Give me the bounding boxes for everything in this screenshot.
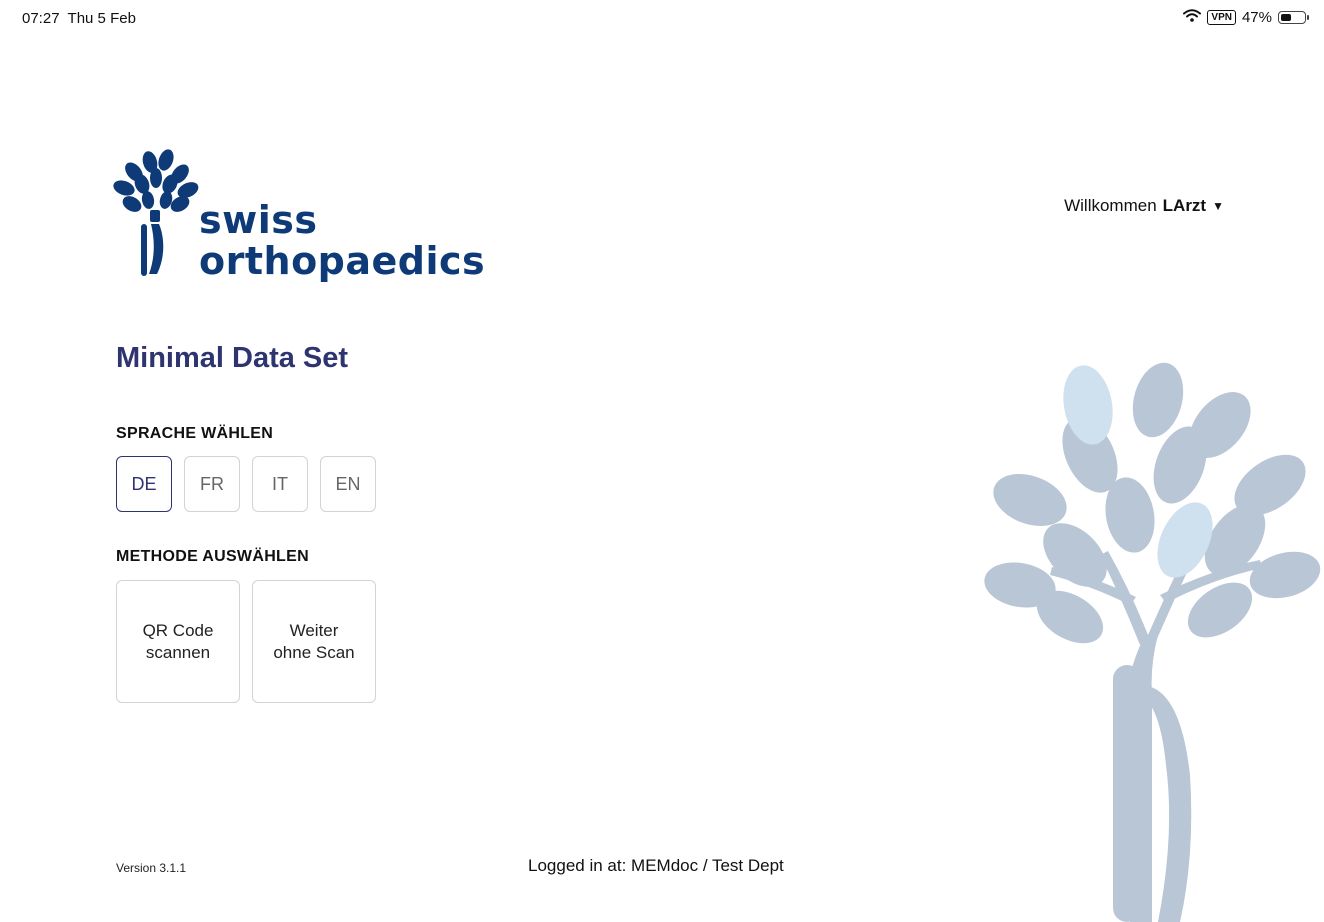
- logged-in-info: Logged in at: MEMdoc / Test Dept: [528, 856, 784, 875]
- scan-qr-code-button[interactable]: QR Code scannen: [116, 580, 240, 703]
- welcome-username: LArzt: [1162, 196, 1207, 215]
- language-selector: DE FR IT EN: [116, 456, 376, 512]
- language-button-fr[interactable]: FR: [184, 456, 240, 512]
- tree-logo-icon: [113, 149, 199, 276]
- battery-percent: 47%: [1241, 9, 1272, 26]
- user-menu-toggle[interactable]: Willkommen LArzt ▼: [1064, 196, 1224, 216]
- language-button-en[interactable]: EN: [320, 456, 376, 512]
- language-button-de[interactable]: DE: [116, 456, 172, 512]
- language-button-it[interactable]: IT: [252, 456, 308, 512]
- scan-qr-code-label-line1: QR Code: [142, 620, 214, 640]
- version-label: Version 3.1.1: [116, 861, 187, 875]
- status-bar: 07:27 Thu 5 Feb VPN 47%: [0, 0, 1324, 36]
- method-section-label: METHODE AUSWÄHLEN: [116, 548, 309, 565]
- continue-without-scan-label-line2: ohne Scan: [273, 642, 355, 662]
- logo-text-orthopaedics: orthopaedics: [199, 239, 486, 283]
- battery-icon: [1278, 11, 1309, 24]
- swiss-orthopaedics-logo: swiss orthopaedics: [112, 148, 492, 288]
- welcome-text: Willkommen: [1064, 196, 1157, 215]
- wifi-icon: [1183, 9, 1202, 26]
- language-section-label: SPRACHE WÄHLEN: [116, 425, 274, 442]
- page-title: Minimal Data Set: [116, 342, 349, 374]
- status-indicators: VPN 47%: [1183, 9, 1309, 26]
- continue-without-scan-label-line1: Weiter: [289, 620, 339, 640]
- continue-without-scan-button[interactable]: Weiter ohne Scan: [252, 580, 376, 703]
- caret-down-icon: ▼: [1212, 199, 1224, 213]
- status-clock: 07:27 Thu 5 Feb: [22, 10, 136, 27]
- battery-fill: [1280, 13, 1291, 21]
- status-time: 07:27: [22, 10, 60, 27]
- logo-text-swiss: swiss: [199, 198, 318, 242]
- method-selector: QR Code scannen Weiter ohne Scan: [116, 580, 376, 703]
- status-date: Thu 5 Feb: [67, 10, 136, 27]
- scan-qr-code-label-line2: scannen: [145, 642, 211, 662]
- vpn-badge: VPN: [1207, 10, 1236, 25]
- background-tree-icon: [984, 362, 1321, 922]
